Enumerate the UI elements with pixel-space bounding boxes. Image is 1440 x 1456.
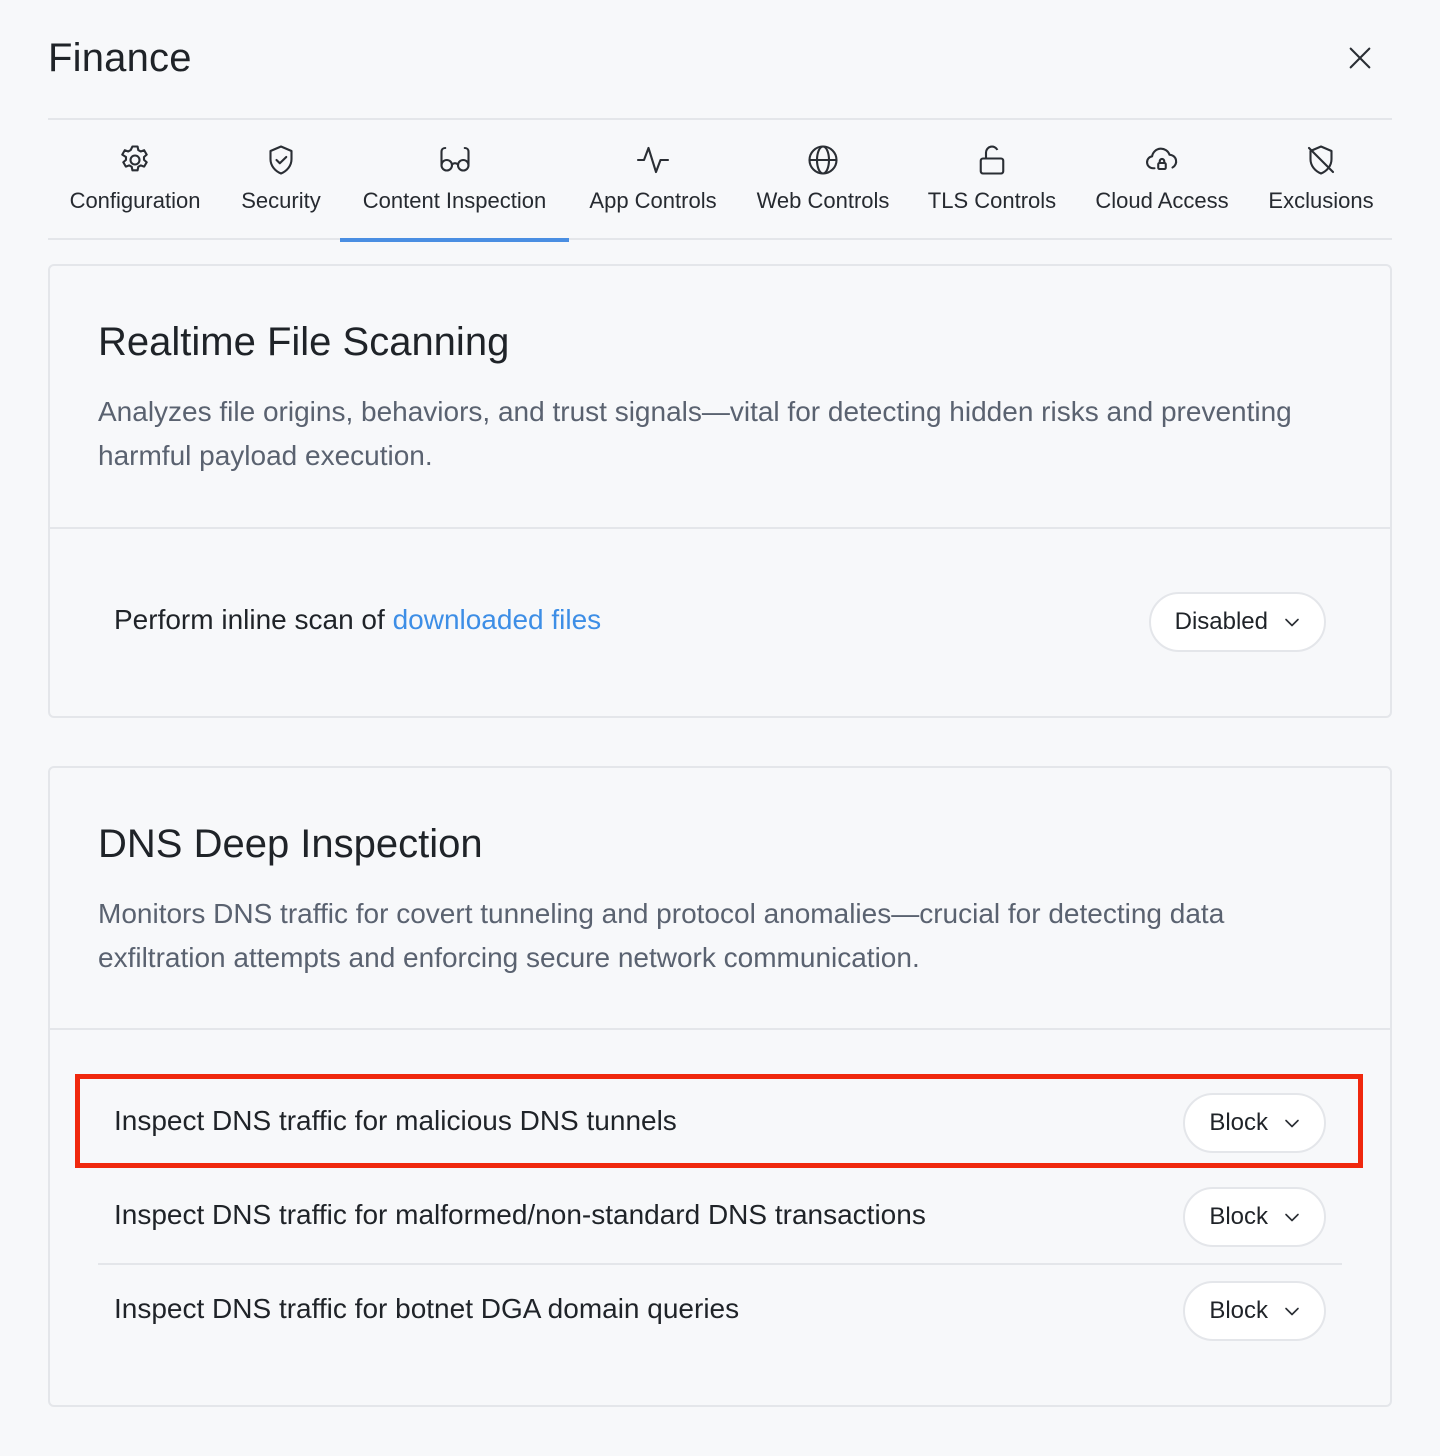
setting-row-botnet-dga: Inspect DNS traffic for botnet DGA domai…: [98, 1265, 1342, 1359]
globe-icon: [808, 145, 838, 175]
downloaded-files-link[interactable]: downloaded files: [393, 604, 602, 635]
close-icon: [1349, 47, 1371, 69]
file-scanning-card: Realtime File Scanning Analyzes file ori…: [48, 264, 1392, 718]
chevron-down-icon: [1285, 1307, 1299, 1316]
policy-panel: Finance Configuration Security Content I…: [0, 0, 1440, 1456]
select-value: Disabled: [1174, 608, 1268, 635]
tab-exclusions[interactable]: Exclusions: [1263, 120, 1379, 240]
close-button[interactable]: [1340, 38, 1380, 78]
tab-label: Security: [241, 188, 321, 213]
setting-row-malformed-dns: Inspect DNS traffic for malformed/non-st…: [98, 1171, 1342, 1265]
tab-content-inspection[interactable]: Content Inspection: [340, 120, 569, 242]
tab-label: Web Controls: [756, 188, 890, 213]
setting-row-dns-tunnels: Inspect DNS traffic for malicious DNS tu…: [98, 1077, 1342, 1171]
setting-label-text: Perform inline scan of: [114, 604, 393, 635]
select-value: Block: [1209, 1297, 1268, 1324]
malformed-dns-select[interactable]: Block: [1183, 1187, 1326, 1247]
setting-label: Inspect DNS traffic for botnet DGA domai…: [114, 1293, 740, 1324]
tab-label: Exclusions: [1268, 188, 1374, 213]
setting-label: Perform inline scan of downloaded files: [114, 604, 601, 636]
select-value: Block: [1209, 1109, 1268, 1136]
chevron-down-icon: [1285, 1213, 1299, 1222]
shield-check-icon: [269, 145, 293, 175]
tab-label: Cloud Access: [1095, 188, 1229, 213]
dns-inspection-card: DNS Deep Inspection Monitors DNS traffic…: [48, 766, 1392, 1407]
select-value: Block: [1209, 1203, 1268, 1230]
tab-label: App Controls: [589, 188, 717, 213]
botnet-dga-select[interactable]: Block: [1183, 1281, 1326, 1341]
inline-scan-select[interactable]: Disabled: [1148, 592, 1326, 652]
tab-label: Content Inspection: [362, 188, 547, 213]
file-scanning-header: Realtime File Scanning Analyzes file ori…: [50, 266, 1390, 529]
section-title: DNS Deep Inspection: [98, 822, 483, 866]
setting-label: Inspect DNS traffic for malformed/non-st…: [114, 1199, 926, 1230]
dns-inspection-header: DNS Deep Inspection Monitors DNS traffic…: [50, 768, 1390, 1030]
setting-row-inline-scan: Perform inline scan of downloaded files …: [98, 576, 1342, 670]
tab-cloud-access[interactable]: Cloud Access: [1088, 120, 1236, 240]
tab-bar: Configuration Security Content Inspectio…: [48, 118, 1392, 242]
dns-tunnels-select[interactable]: Block: [1183, 1093, 1326, 1153]
section-description: Analyzes file origins, behaviors, and tr…: [98, 396, 1292, 471]
section-title: Realtime File Scanning: [98, 320, 510, 364]
tab-label: TLS Controls: [927, 188, 1057, 213]
tab-label: Configuration: [69, 188, 201, 213]
cloud-lock-icon: [1146, 147, 1178, 171]
tab-web-controls[interactable]: Web Controls: [751, 120, 895, 240]
chevron-down-icon: [1285, 618, 1299, 627]
panel-header: Finance: [48, 30, 1392, 90]
unlock-icon: [979, 145, 1005, 175]
shield-off-icon: [1307, 145, 1335, 175]
glasses-icon: [439, 146, 470, 172]
page-title: Finance: [48, 36, 192, 80]
tab-security[interactable]: Security: [236, 120, 326, 240]
tab-tls-controls[interactable]: TLS Controls: [923, 120, 1061, 240]
tab-configuration[interactable]: Configuration: [62, 120, 208, 240]
setting-label: Inspect DNS traffic for malicious DNS tu…: [114, 1105, 677, 1136]
section-description: Monitors DNS traffic for covert tunnelin…: [98, 898, 1225, 973]
chevron-down-icon: [1285, 1119, 1299, 1128]
gear-icon: [121, 145, 148, 172]
activity-icon: [636, 146, 670, 174]
tab-app-controls[interactable]: App Controls: [583, 120, 723, 240]
